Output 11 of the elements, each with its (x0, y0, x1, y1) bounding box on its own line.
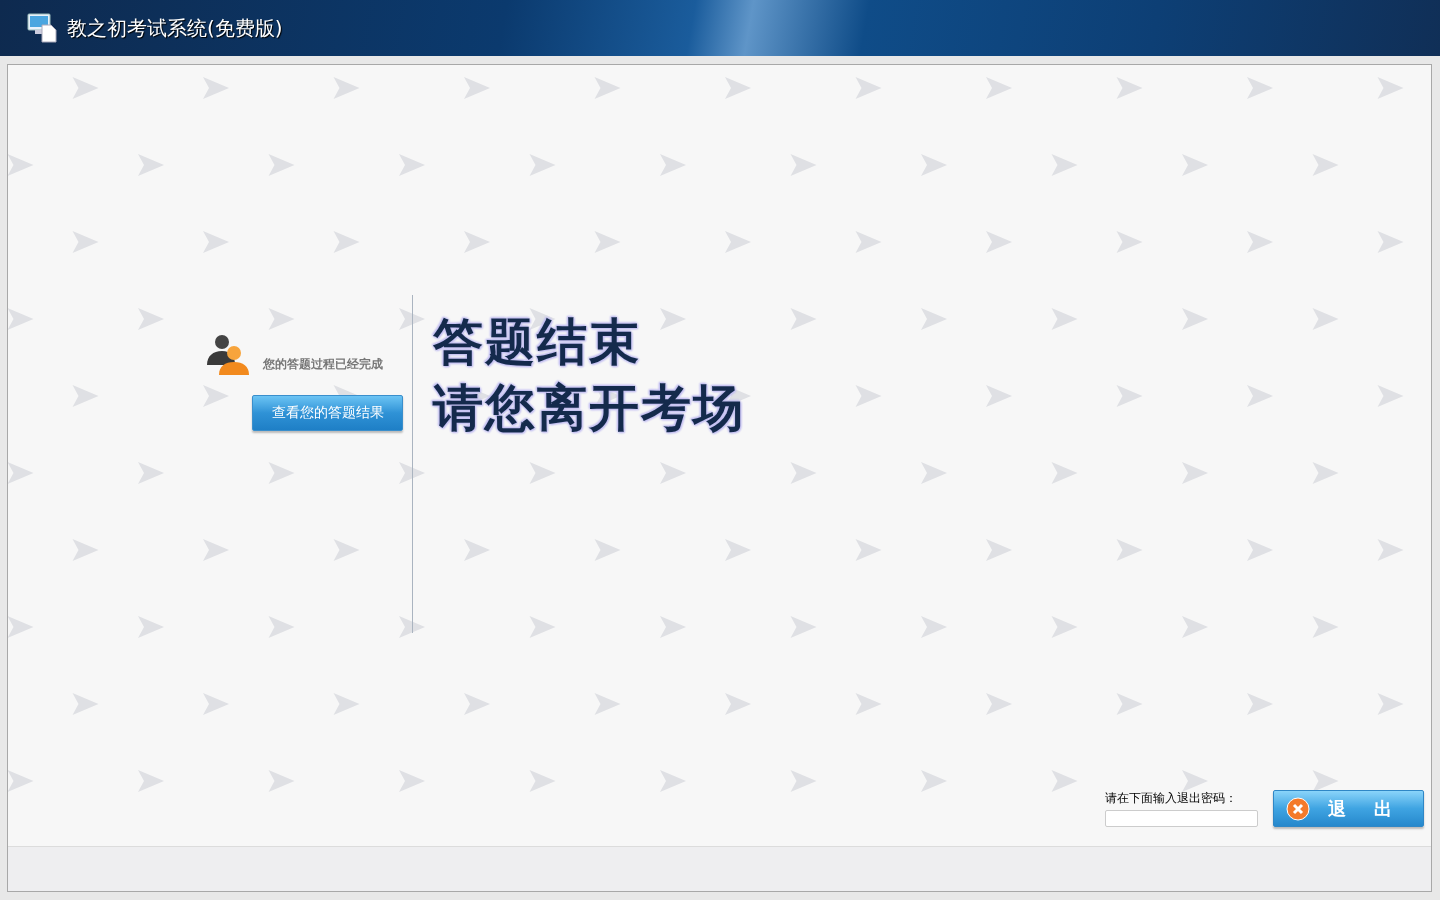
headline: 请您离开考场 (433, 379, 745, 437)
password-label: 请在下面输入退出密码： (1105, 790, 1238, 807)
users-icon (205, 333, 251, 375)
exit-button[interactable]: 退 出 (1273, 790, 1424, 827)
headline: 答题结束 (433, 313, 642, 371)
window-title: 教之初考试系统(免费版) (67, 14, 283, 42)
status-message: 您的答题过程已经完成 (263, 356, 383, 373)
close-icon (1286, 796, 1310, 821)
password-field[interactable] (1105, 810, 1258, 827)
computer-icon (27, 13, 57, 43)
view-results-button[interactable]: 查看您的答题结果 (252, 395, 403, 431)
